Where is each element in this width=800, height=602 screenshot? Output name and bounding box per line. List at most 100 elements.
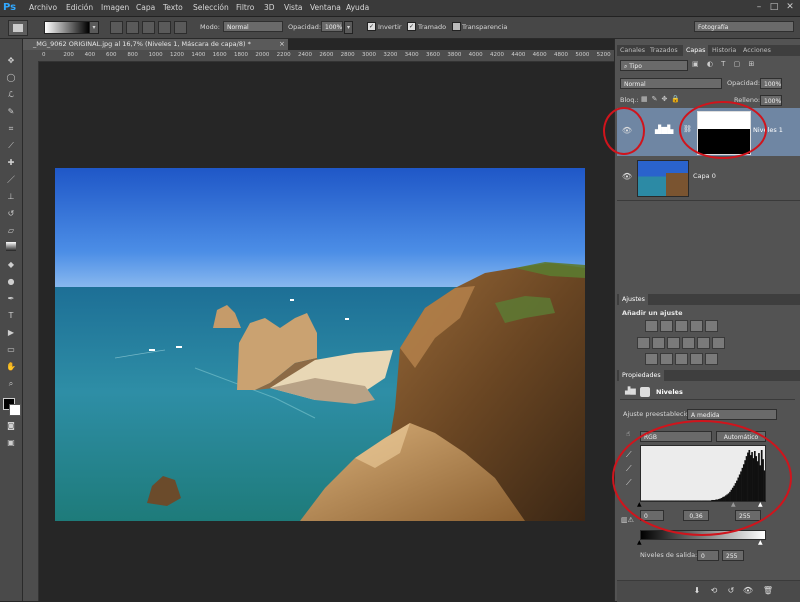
history-brush-tool-icon[interactable]: ↺ — [4, 208, 18, 220]
gradient-picker[interactable] — [44, 21, 90, 34]
type-tool-icon[interactable]: T — [4, 310, 18, 322]
maximize-icon[interactable]: □ — [767, 1, 781, 14]
gradient-map-icon[interactable] — [690, 353, 703, 365]
vibrance-icon[interactable] — [705, 320, 718, 332]
move-tool-icon[interactable]: ✥ — [4, 55, 18, 67]
posterize-icon[interactable] — [660, 353, 673, 365]
fill-input[interactable]: 100% — [760, 95, 782, 106]
eyedropper-tool-icon[interactable]: ⟋ — [4, 140, 18, 152]
layer-opacity-input[interactable]: 100% — [760, 78, 782, 89]
properties-title[interactable]: Propiedades — [619, 370, 664, 381]
close-icon[interactable]: ✕ — [783, 1, 797, 14]
brush-tool-icon[interactable]: ／ — [4, 174, 18, 186]
brightness-icon[interactable] — [645, 320, 658, 332]
color-balance-icon[interactable] — [652, 337, 665, 349]
path-selection-tool-icon[interactable]: ▶ — [4, 327, 18, 339]
reflected-gradient-icon[interactable] — [158, 21, 171, 34]
canvas-image[interactable] — [55, 168, 585, 521]
invert-checkbox[interactable]: ✓ — [367, 22, 376, 31]
layer-row-capa-0[interactable]: 👁 Capa 0 — [617, 156, 800, 201]
hue-saturation-icon[interactable] — [637, 337, 650, 349]
levels-icon[interactable] — [660, 320, 673, 332]
menu-vista[interactable]: Vista — [284, 0, 303, 16]
hand-tool-icon[interactable]: ✋ — [4, 361, 18, 373]
minimize-icon[interactable]: – — [752, 1, 766, 14]
menu-edicion[interactable]: Edición — [66, 0, 93, 16]
dither-checkbox[interactable]: ✓ — [407, 22, 416, 31]
exposure-icon[interactable] — [690, 320, 703, 332]
layer-name[interactable]: Capa 0 — [693, 172, 716, 180]
angle-gradient-icon[interactable] — [142, 21, 155, 34]
gradient-tool-icon[interactable] — [6, 242, 16, 251]
color-lookup-icon[interactable] — [712, 337, 725, 349]
radial-gradient-icon[interactable] — [126, 21, 139, 34]
output-white-slider[interactable]: ▲ — [758, 539, 763, 546]
menu-3d[interactable]: 3D — [264, 0, 275, 16]
crop-tool-icon[interactable]: ⌗ — [4, 123, 18, 135]
quick-mask-icon[interactable]: ◙ — [4, 420, 18, 432]
menu-texto[interactable]: Texto — [163, 0, 183, 16]
curves-icon[interactable] — [675, 320, 688, 332]
layer-filter-icons[interactable]: ▣ ◐ T ▢ ⊞ — [692, 60, 782, 71]
opacity-input[interactable]: 100% — [321, 21, 343, 32]
chevron-down-icon[interactable]: ▾ — [89, 21, 99, 34]
clipping-warning-icon[interactable]: ▥⚠ — [621, 516, 635, 526]
menu-ayuda[interactable]: Ayuda — [346, 0, 369, 16]
mode-select[interactable]: Normal — [223, 21, 283, 32]
photo-filter-icon[interactable] — [682, 337, 695, 349]
menu-ventana[interactable]: Ventana — [310, 0, 341, 16]
tab-canales[interactable]: Canales — [620, 45, 645, 56]
output-black-slider[interactable]: ▲ — [637, 539, 642, 546]
healing-brush-tool-icon[interactable]: ✚ — [4, 157, 18, 169]
workspace-select[interactable]: Fotografía — [694, 21, 794, 32]
tab-trazados[interactable]: Trazados — [650, 45, 678, 56]
selective-color-icon[interactable] — [705, 353, 718, 365]
preset-select[interactable]: A medida — [687, 409, 777, 420]
black-white-icon[interactable] — [667, 337, 680, 349]
view-previous-icon[interactable]: ⟲ — [708, 585, 720, 597]
zoom-tool-icon[interactable]: ⌕ — [4, 378, 18, 390]
clone-stamp-tool-icon[interactable]: ⊥ — [4, 191, 18, 203]
adjustments-title[interactable]: Ajustes — [619, 294, 648, 305]
gradient-tool-preset[interactable] — [8, 20, 28, 36]
menu-imagen[interactable]: Imagen — [101, 0, 129, 16]
close-tab-icon[interactable]: × — [279, 39, 288, 50]
mask-icon[interactable] — [640, 387, 650, 397]
menu-archivo[interactable]: Archivo — [29, 0, 57, 16]
shape-tool-icon[interactable]: ▭ — [4, 344, 18, 356]
layer-blend-mode-select[interactable]: Normal — [620, 78, 722, 89]
background-color-swatch[interactable] — [9, 404, 21, 416]
channel-mixer-icon[interactable] — [697, 337, 710, 349]
tab-acciones[interactable]: Acciones — [743, 45, 771, 56]
layer-thumbnail[interactable] — [637, 160, 689, 197]
dodge-tool-icon[interactable]: ● — [4, 276, 18, 288]
menu-capa[interactable]: Capa — [136, 0, 155, 16]
reset-icon[interactable]: ↺ — [725, 585, 737, 597]
marquee-tool-icon[interactable]: ◯ — [4, 72, 18, 84]
visibility-eye-icon[interactable]: 👁 — [742, 585, 754, 597]
quick-selection-tool-icon[interactable]: ✎ — [4, 106, 18, 118]
eraser-tool-icon[interactable]: ▱ — [4, 225, 18, 237]
tab-capas[interactable]: Capas — [683, 45, 709, 56]
tab-historia[interactable]: Historia — [712, 45, 736, 56]
output-white-field[interactable]: 255 — [722, 550, 744, 561]
blur-tool-icon[interactable]: ◆ — [4, 259, 18, 271]
layer-filter-select[interactable]: ⌕ Tipo — [620, 60, 688, 71]
linear-gradient-icon[interactable] — [110, 21, 123, 34]
chevron-down-icon[interactable]: ▾ — [344, 21, 353, 34]
transparency-checkbox[interactable] — [452, 22, 461, 31]
menu-seleccion[interactable]: Selección — [193, 0, 229, 16]
pen-tool-icon[interactable]: ✒ — [4, 293, 18, 305]
invert-icon[interactable] — [645, 353, 658, 365]
lock-icons[interactable]: ▦✎✥🔒 — [641, 95, 696, 105]
trash-icon[interactable]: 🗑 — [762, 585, 774, 597]
lasso-tool-icon[interactable]: ℒ — [4, 89, 18, 101]
visibility-eye-icon[interactable]: 👁 — [620, 171, 634, 183]
clip-to-layer-icon[interactable]: ⬇ — [691, 585, 703, 597]
threshold-icon[interactable] — [675, 353, 688, 365]
document-tab[interactable]: _MG_9062 ORIGINAL.jpg al 16,7% (Niveles … — [23, 39, 288, 50]
output-black-field[interactable]: 0 — [697, 550, 719, 561]
menu-filtro[interactable]: Filtro — [236, 0, 254, 16]
diamond-gradient-icon[interactable] — [174, 21, 187, 34]
screen-mode-icon[interactable]: ▣ — [4, 437, 18, 449]
